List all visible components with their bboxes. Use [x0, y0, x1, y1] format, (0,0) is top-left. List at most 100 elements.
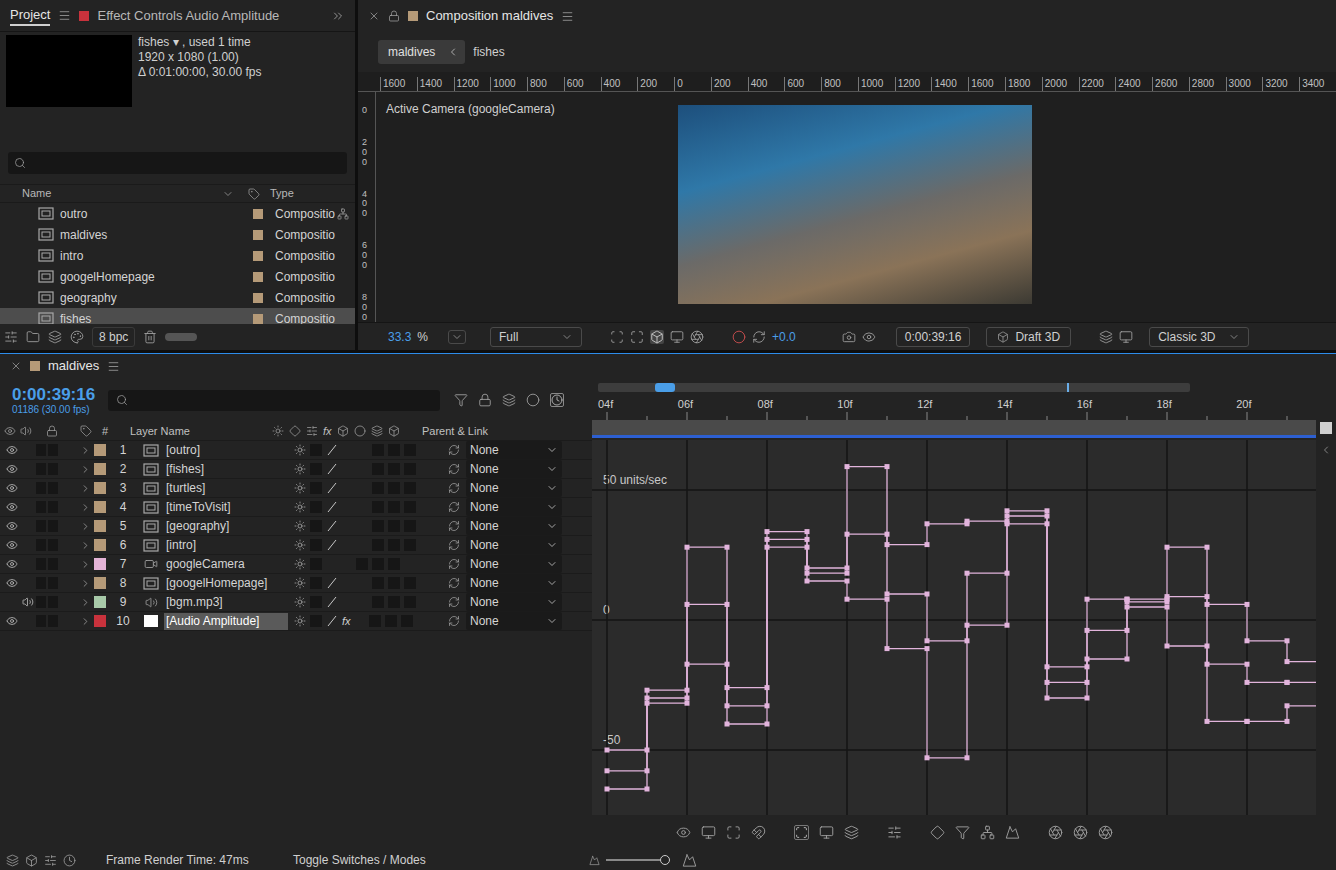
expand-icon[interactable]	[80, 445, 91, 456]
comp-mini-flowchart-icon[interactable]	[454, 393, 468, 407]
expand-icon[interactable]	[80, 521, 91, 532]
quality-icon[interactable]	[326, 463, 338, 475]
graph-options-icon[interactable]	[701, 825, 716, 840]
shy-icon[interactable]	[294, 596, 306, 608]
switch-box[interactable]	[310, 482, 322, 494]
draft-3d-icon[interactable]	[997, 331, 1009, 343]
layer-row[interactable]: 7googleCameraNone	[0, 555, 592, 574]
visibility-icon[interactable]	[6, 501, 18, 513]
switch-box[interactable]	[310, 596, 322, 608]
shy-icon[interactable]	[294, 444, 306, 456]
graph-segment[interactable]	[605, 748, 650, 753]
channel-icon[interactable]	[732, 330, 746, 344]
graph-segment[interactable]	[1085, 657, 1130, 699]
solo-box[interactable]	[36, 596, 46, 608]
chevron-icon[interactable]	[546, 615, 558, 627]
panel-menu-icon[interactable]	[58, 9, 71, 22]
graph-segment[interactable]	[1045, 516, 1090, 685]
visibility-icon[interactable]	[6, 520, 18, 532]
item-label-color[interactable]	[253, 251, 263, 261]
new-folder-icon[interactable]	[26, 330, 40, 344]
graph-segment[interactable]	[765, 537, 810, 706]
expand-icon[interactable]	[80, 464, 91, 475]
visibility-icon[interactable]	[6, 558, 18, 570]
toggle-switches[interactable]: Toggle Switches / Modes	[293, 851, 426, 869]
shy-icon[interactable]	[294, 463, 306, 475]
panel-tab[interactable]: maldives	[48, 356, 99, 376]
layer-label-color[interactable]	[94, 463, 106, 475]
visibility-icon[interactable]	[6, 463, 18, 475]
panel-tab[interactable]: Effect Controls Audio Amplitude	[79, 6, 279, 26]
switch-box[interactable]	[310, 615, 322, 627]
lock-box[interactable]	[48, 558, 58, 570]
parent-dropdown[interactable]: None	[466, 536, 562, 554]
resolution-dropdown[interactable]: Full	[490, 327, 582, 347]
solo-box[interactable]	[36, 444, 46, 456]
graph-segment[interactable]	[765, 529, 810, 688]
expand-time-icon[interactable]	[63, 854, 76, 867]
graph-segment[interactable]	[605, 787, 650, 792]
close-icon[interactable]	[10, 360, 22, 372]
solo-box[interactable]	[36, 501, 46, 513]
frame-blending-icon[interactable]	[502, 393, 516, 407]
graph-segment[interactable]	[1125, 599, 1170, 630]
switch-box[interactable]	[310, 501, 322, 513]
lock-box[interactable]	[48, 463, 58, 475]
auto-bezier-icon[interactable]	[1005, 825, 1020, 840]
lock-icon[interactable]	[388, 10, 400, 22]
zoom-value[interactable]: 33.3	[388, 328, 411, 346]
switch-box[interactable]	[372, 444, 384, 456]
switch-box[interactable]	[388, 539, 400, 551]
item-label-color[interactable]	[253, 293, 263, 303]
switch-box[interactable]	[372, 482, 384, 494]
project-item[interactable]: introCompositio	[0, 245, 355, 266]
switch-box[interactable]	[372, 577, 384, 589]
parent-dropdown[interactable]: None	[466, 555, 562, 573]
switch-box[interactable]	[388, 463, 400, 475]
graph-segment[interactable]	[1005, 514, 1050, 574]
new-comp-icon[interactable]	[48, 330, 62, 344]
graph-segment[interactable]	[1045, 524, 1090, 701]
switch-box[interactable]	[404, 501, 416, 513]
switch-box[interactable]	[404, 463, 416, 475]
graph-segment[interactable]	[965, 571, 1010, 641]
layer-row[interactable]: 1[outro]None	[0, 441, 592, 460]
switch-box[interactable]	[385, 615, 397, 627]
hold-icon[interactable]	[955, 825, 970, 840]
edit-keyframe-icon[interactable]	[930, 825, 945, 840]
shy-icon[interactable]	[294, 501, 306, 513]
renderer-button[interactable]: Draft 3D	[986, 327, 1071, 347]
switch-box[interactable]	[388, 482, 400, 494]
solo-box[interactable]	[36, 539, 46, 551]
view-layout-icon[interactable]	[1099, 330, 1113, 344]
audio-column-icon[interactable]	[20, 425, 32, 437]
switch-box[interactable]	[404, 596, 416, 608]
graph-segment[interactable]	[1085, 597, 1130, 667]
graph-segment[interactable]	[765, 545, 810, 724]
pick-whip-icon[interactable]	[448, 596, 460, 608]
layer-name[interactable]: [googelHomepage]	[164, 575, 288, 592]
graph-segment[interactable]	[1245, 719, 1290, 724]
quality-icon[interactable]	[326, 615, 338, 627]
graph-segment[interactable]	[805, 539, 850, 575]
pick-whip-icon[interactable]	[448, 539, 460, 551]
graph-segment[interactable]	[1005, 508, 1050, 521]
graph-segment[interactable]	[805, 532, 850, 571]
visibility-icon[interactable]	[6, 444, 18, 456]
layer-label-color[interactable]	[94, 596, 106, 608]
shy-toggle-icon[interactable]	[478, 393, 492, 407]
item-label-color[interactable]	[253, 272, 263, 282]
switch-box[interactable]	[372, 520, 384, 532]
quality-icon[interactable]	[326, 577, 338, 589]
show-properties-icon[interactable]	[676, 825, 691, 840]
expand-switches-icon[interactable]	[25, 854, 38, 867]
pick-whip-icon[interactable]	[448, 501, 460, 513]
interpret-icon[interactable]	[4, 330, 18, 344]
adjustment-column-icon[interactable]	[371, 425, 383, 437]
item-label-color[interactable]	[253, 230, 263, 240]
chevron-icon[interactable]	[451, 331, 463, 343]
region-of-interest-icon[interactable]	[670, 330, 684, 344]
graph-segment[interactable]	[965, 623, 1010, 758]
layer-row[interactable]: 5[geography]None	[0, 517, 592, 536]
parent-dropdown[interactable]: None	[466, 441, 562, 459]
